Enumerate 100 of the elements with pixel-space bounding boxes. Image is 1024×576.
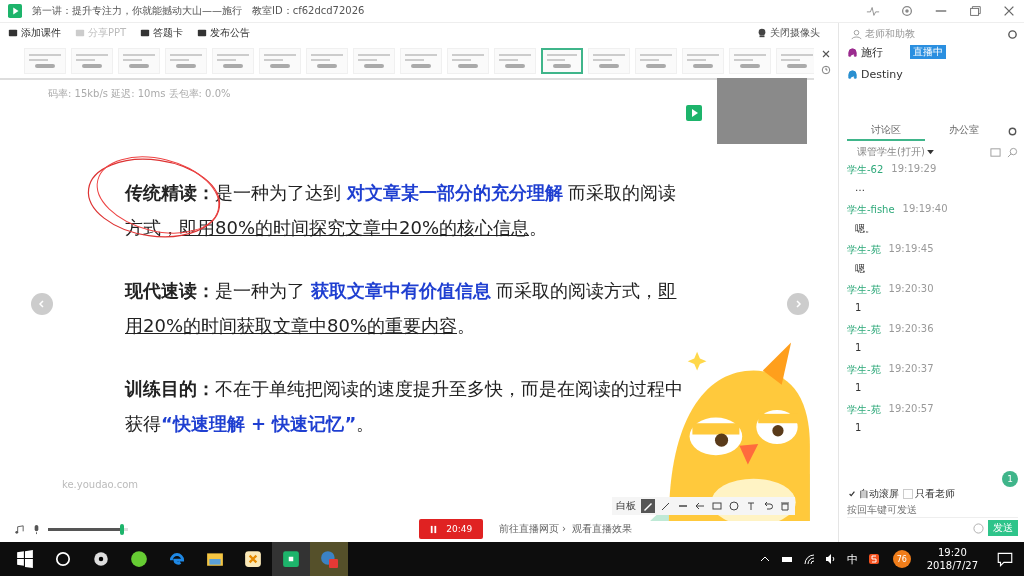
- toolbar-button[interactable]: 答题卡: [140, 26, 184, 40]
- term-label: 现代速读：: [125, 280, 215, 301]
- speaker-icon[interactable]: [824, 553, 837, 565]
- message-time: 19:20:37: [888, 363, 934, 376]
- toolbar-button[interactable]: 添加课件: [8, 26, 61, 40]
- close-icon[interactable]: [1002, 4, 1016, 18]
- chevron-right-icon: [793, 299, 803, 309]
- slide-text: 不在于单纯把阅读的速度提升至多快，而是在阅读的过程中: [215, 378, 683, 399]
- app-logo-icon: [8, 4, 22, 18]
- search-icon[interactable]: [54, 550, 72, 568]
- sender-name: 学生-苑: [847, 283, 881, 297]
- teacher-name: 施行: [861, 44, 883, 60]
- browser-icon[interactable]: [130, 550, 148, 568]
- checkbox-label: 自动滚屏: [859, 487, 899, 501]
- sogou-icon[interactable]: [867, 553, 880, 565]
- arrow-tool-icon[interactable]: [694, 500, 706, 512]
- settings-icon[interactable]: [1007, 125, 1018, 137]
- underlined-phrase: 用20%的时间获取文章中80%的重要内容: [125, 315, 457, 336]
- message-time: 19:20:57: [888, 403, 934, 416]
- term-label: 训练目的：: [125, 378, 215, 399]
- toolbar-icon: [197, 28, 208, 38]
- circle-tool-icon[interactable]: [728, 500, 740, 512]
- wifi-icon[interactable]: [802, 553, 815, 565]
- pulse-icon[interactable]: [866, 4, 880, 18]
- settings-icon[interactable]: [900, 4, 914, 18]
- windows-start-icon[interactable]: [16, 550, 34, 568]
- message-text: 1: [854, 342, 863, 353]
- highlighted-phrase: 获取文章中有价值信息: [310, 280, 491, 301]
- app-icon[interactable]: [244, 550, 262, 568]
- text-tool-icon[interactable]: [745, 500, 757, 512]
- folder-icon[interactable]: [206, 550, 224, 568]
- toolbar-icon: [8, 28, 18, 38]
- chat-input-field[interactable]: 按回车键可发送: [847, 501, 1018, 518]
- history-icon[interactable]: [820, 64, 832, 76]
- pencil-tool-icon[interactable]: [660, 500, 672, 512]
- sender-name: 学生-苑: [847, 323, 881, 337]
- teacher-name: Destiny: [861, 67, 903, 81]
- rectangle-tool-icon[interactable]: [711, 500, 723, 512]
- caret-icon: [926, 149, 934, 155]
- panel-tab[interactable]: 办公室: [925, 121, 1003, 141]
- slide-text: 。: [356, 413, 375, 434]
- edge-browser-icon[interactable]: [168, 550, 186, 568]
- slide-text: 获得: [125, 413, 161, 434]
- message-time: 19:19:40: [902, 203, 948, 216]
- message-text: 1: [854, 422, 863, 433]
- whiteboard-label: 白板: [616, 499, 636, 513]
- slide-text: 而采取的阅读方式，: [495, 280, 659, 301]
- panel-header: 老师和助教: [865, 27, 915, 41]
- sender-name: 学生-苑: [847, 243, 881, 257]
- notification-icon[interactable]: [996, 550, 1014, 568]
- toolbar-icon: [140, 28, 151, 38]
- checkmark-icon: [848, 490, 856, 498]
- message-text: 1: [854, 382, 863, 393]
- refresh-icon[interactable]: [1007, 28, 1018, 40]
- underlined-phrase: 即: [658, 280, 677, 301]
- checkbox[interactable]: [847, 489, 857, 499]
- undo-icon[interactable]: [762, 500, 774, 512]
- window-title: 第一讲：提升专注力，你就能撼动大山——施行: [32, 4, 242, 18]
- message-text: …: [854, 182, 866, 193]
- slide-thumbnail[interactable]: [541, 48, 583, 74]
- toolbar-button[interactable]: 发布公告: [197, 26, 251, 40]
- highlighted-phrase: “快速理解 + 快速记忆”: [161, 413, 357, 434]
- live-badge: 直播中: [910, 45, 946, 59]
- sender-name: 学生-苑: [847, 363, 881, 377]
- highlighted-phrase: 对文章某一部分的充分理解: [346, 182, 563, 203]
- slide-text: 是一种为了: [215, 280, 306, 301]
- chevron-left-icon: [37, 299, 47, 309]
- slide-footer: ke.youdao.com: [62, 479, 139, 490]
- brand-logo-icon: [686, 105, 702, 121]
- link[interactable]: 前往直播网页 ›: [498, 522, 566, 536]
- camera-off-button[interactable]: 关闭摄像头: [757, 26, 820, 40]
- close-icon[interactable]: [820, 48, 832, 60]
- input-method-indicator[interactable]: 中: [846, 551, 858, 567]
- checkbox-label: 只看老师: [915, 487, 955, 501]
- message-time: 19:19:45: [888, 243, 934, 256]
- classroom-app-icon[interactable]: [282, 550, 300, 568]
- clock-date[interactable]: 2018/7/27: [926, 559, 978, 572]
- camera-icon: [757, 28, 767, 38]
- link[interactable]: 观看直播效果: [572, 522, 632, 536]
- term-label: 传统精读：: [125, 182, 215, 203]
- clock-time[interactable]: 19:20: [937, 546, 967, 559]
- person-icon: [851, 28, 862, 40]
- lesson-id: 教室ID：cf62dcd72026: [252, 4, 365, 18]
- fan-icon[interactable]: [92, 550, 110, 568]
- network-stats: 码率: 15kb/s 延迟: 10ms 丢包率: 0.0%: [47, 87, 232, 101]
- pause-timer-button[interactable]: 20:49: [418, 519, 483, 539]
- maximize-icon[interactable]: [968, 4, 982, 18]
- slide-text: 而采取的阅读: [567, 182, 677, 203]
- checkbox[interactable]: [903, 489, 913, 499]
- chat-filter[interactable]: 课管学生(打开): [857, 145, 925, 159]
- message-text: 1: [854, 302, 863, 313]
- sender-name: 学生-苑: [847, 403, 881, 417]
- sender-name: 学生-62: [847, 163, 884, 177]
- toolbar-icon: [75, 28, 85, 38]
- brush-tool-icon[interactable]: [641, 499, 655, 513]
- panel-tab[interactable]: 讨论区: [847, 121, 925, 141]
- sender-name: 学生-fishe: [847, 203, 895, 217]
- music-icon[interactable]: [14, 523, 25, 535]
- message-time: 19:20:30: [888, 283, 934, 296]
- trash-icon[interactable]: [779, 500, 791, 512]
